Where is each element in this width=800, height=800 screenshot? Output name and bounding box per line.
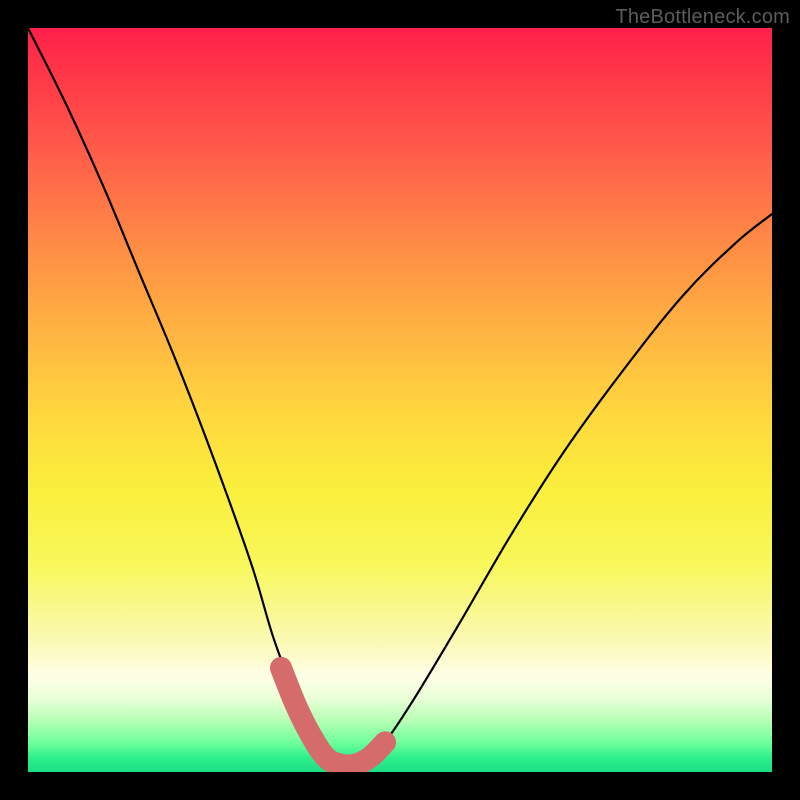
watermark-text: TheBottleneck.com (615, 6, 790, 29)
chart-frame: TheBottleneck.com (0, 0, 800, 800)
plot-area (28, 28, 772, 772)
recommended-range-marker (28, 28, 772, 772)
